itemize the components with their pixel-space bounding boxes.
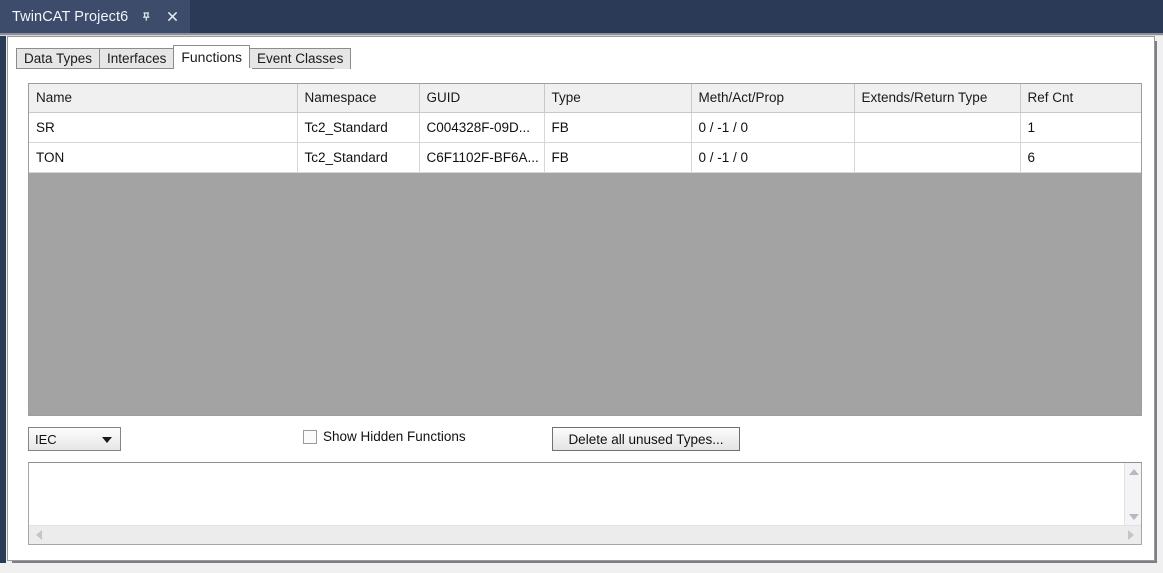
output-vertical-scrollbar[interactable] [1124,463,1141,525]
functions-table: Name Namespace GUID Type Meth/Act/Prop E… [29,84,1141,173]
cell-namespace: Tc2_Standard [297,142,420,173]
chevron-down-icon [102,437,112,443]
cell-ref-cnt: 1 [1020,112,1141,143]
tab-event-classes-label: Event Classes [257,51,344,66]
tab-strip: Data Types Interfaces Functions Event Cl… [16,45,352,69]
column-header-namespace[interactable]: Namespace [297,84,420,113]
column-header-type[interactable]: Type [544,84,692,113]
tab-data-types[interactable]: Data Types [16,48,101,69]
cell-type: FB [544,112,692,143]
title-bar: TwinCAT Project6 [0,0,1163,33]
functions-grid[interactable]: Name Namespace GUID Type Meth/Act/Prop E… [28,83,1142,416]
pin-icon[interactable] [139,9,154,24]
show-hidden-functions-label: Show Hidden Functions [323,429,466,444]
cell-extends-return-type [854,112,1021,143]
column-header-guid[interactable]: GUID [419,84,545,113]
namespace-filter-value: IEC [35,431,57,447]
cell-meth-act-prop: 0 / -1 / 0 [691,112,855,143]
tab-data-types-label: Data Types [24,51,93,66]
column-header-name[interactable]: Name [29,84,298,113]
close-icon[interactable] [165,9,180,24]
column-header-meth-act-prop[interactable]: Meth/Act/Prop [691,84,855,113]
tab-event-classes[interactable]: Event Classes [249,48,352,69]
cell-name: SR [29,112,298,143]
cell-namespace: Tc2_Standard [297,112,420,143]
tab-functions[interactable]: Functions [173,45,251,69]
cell-guid: C004328F-09D... [419,112,545,143]
left-rail [0,36,6,573]
cell-type: FB [544,142,692,173]
cell-name: TON [29,142,298,173]
object-browser-panel: Data Types Interfaces Functions Event Cl… [7,36,1155,561]
window-bottom-strip [0,563,1163,573]
panel-shadow-right [1155,41,1157,562]
cell-meth-act-prop: 0 / -1 / 0 [691,142,855,173]
namespace-filter-dropdown[interactable]: IEC [28,427,121,451]
tab-interfaces[interactable]: Interfaces [99,48,175,69]
cell-extends-return-type [854,142,1021,173]
column-header-ref-cnt[interactable]: Ref Cnt [1020,84,1141,113]
triangle-left-icon[interactable] [30,526,48,544]
show-hidden-functions-checkbox[interactable]: Show Hidden Functions [303,429,466,444]
delete-all-unused-types-label: Delete all unused Types... [568,431,724,447]
output-pane[interactable] [28,462,1142,545]
twincat-object-browser-window: TwinCAT Project6 Data Types Interfaces F… [0,0,1163,573]
active-tab-baseline-mask [180,68,252,70]
document-tab-twincat-project6[interactable]: TwinCAT Project6 [0,0,191,33]
delete-all-unused-types-button[interactable]: Delete all unused Types... [552,427,740,451]
checkbox-box [303,429,317,444]
column-header-extends-return-type[interactable]: Extends/Return Type [854,84,1021,113]
document-tab-title: TwinCAT Project6 [12,8,129,25]
table-row[interactable]: TON Tc2_Standard C6F1102F-BF6A... FB 0 /… [29,142,1141,173]
triangle-up-icon[interactable] [1125,463,1142,480]
tab-functions-label: Functions [181,49,243,65]
cell-ref-cnt: 6 [1020,142,1141,173]
output-horizontal-scrollbar[interactable] [29,525,1141,544]
table-header-row: Name Namespace GUID Type Meth/Act/Prop E… [29,84,1141,113]
triangle-down-icon[interactable] [1125,508,1142,525]
tab-interfaces-label: Interfaces [107,51,167,66]
cell-guid: C6F1102F-BF6A... [419,142,545,173]
control-row: IEC Show Hidden Functions Delete all unu… [28,427,1142,453]
table-row[interactable]: SR Tc2_Standard C004328F-09D... FB 0 / -… [29,112,1141,143]
triangle-right-icon[interactable] [1122,526,1140,544]
